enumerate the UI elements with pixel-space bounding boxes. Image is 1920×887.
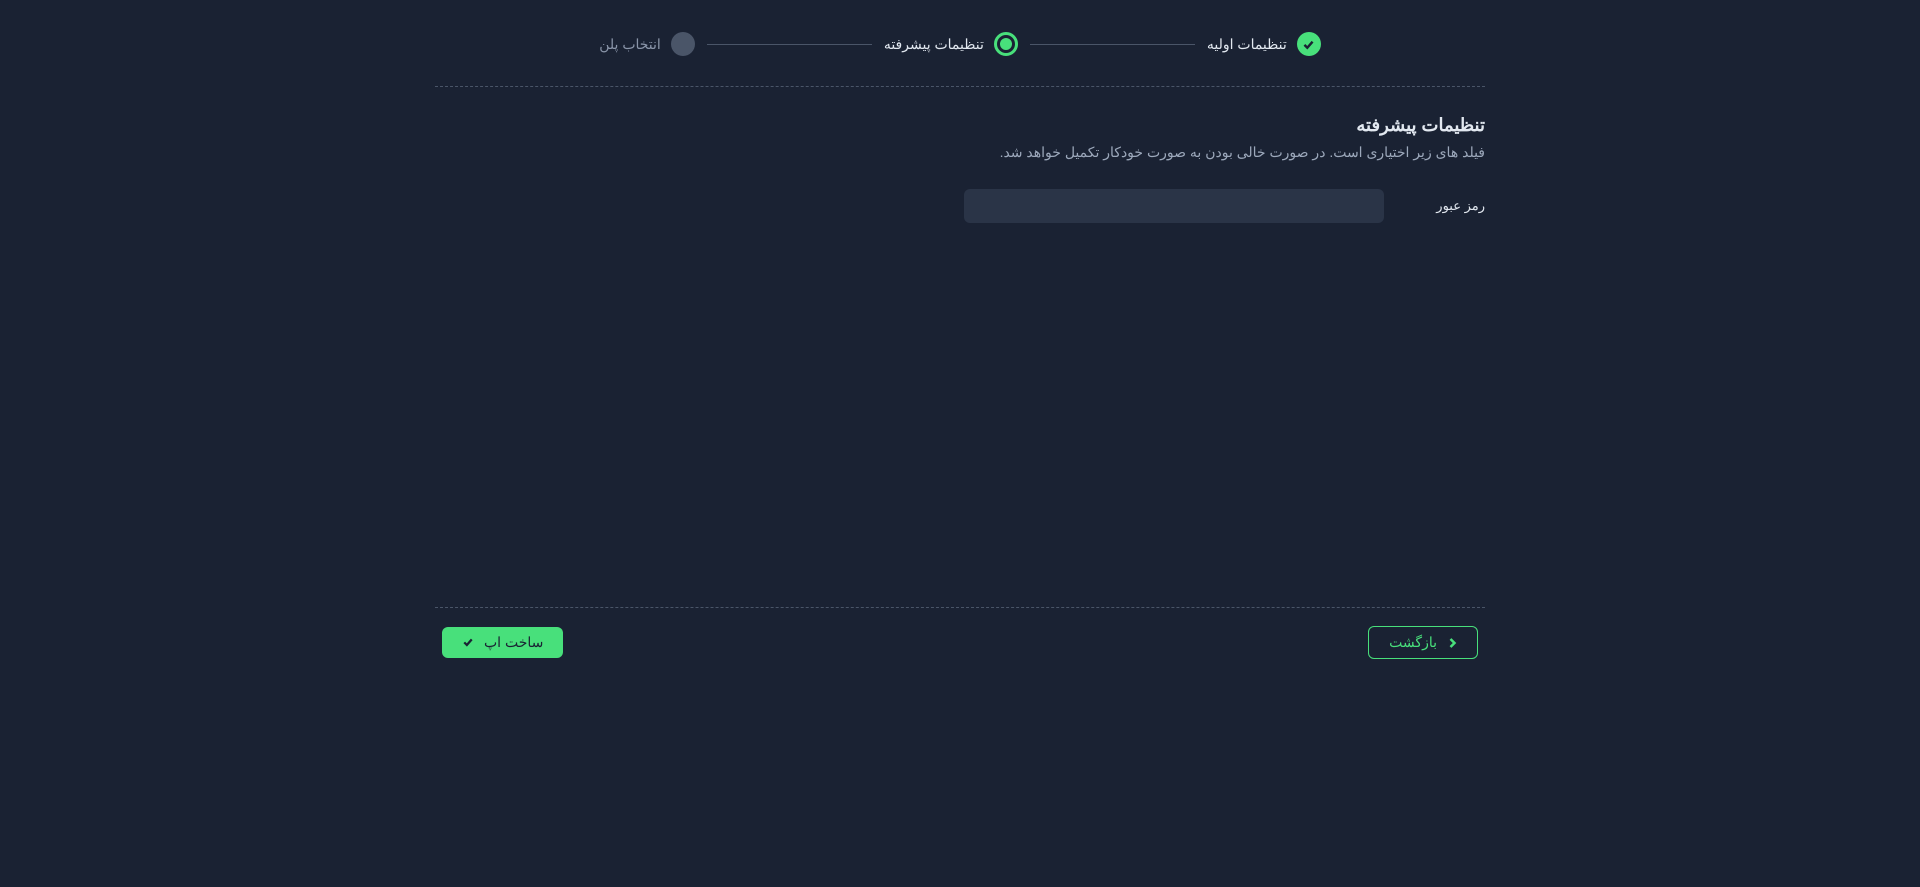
chevron-right-icon xyxy=(1447,635,1457,651)
step-advanced-settings: تنظیمات پیشرفته xyxy=(884,32,1018,56)
create-app-button[interactable]: ساخت اپ xyxy=(442,627,563,658)
password-label: رمز عبور xyxy=(1436,198,1485,214)
stepper: تنظیمات اولیه تنظیمات پیشرفته انتخاب پلن xyxy=(435,20,1485,86)
footer: بازگشت ساخت اپ xyxy=(435,608,1485,659)
step-connector xyxy=(707,44,872,45)
section-description: فیلد های زیر اختیاری است. در صورت خالی ب… xyxy=(435,144,1485,161)
step-connector xyxy=(1030,44,1195,45)
pending-step-icon xyxy=(671,32,695,56)
create-app-button-label: ساخت اپ xyxy=(484,634,543,651)
section-title: تنظیمات پیشرفته xyxy=(435,115,1485,136)
step-label: انتخاب پلن xyxy=(599,36,661,53)
form-row-password: رمز عبور xyxy=(435,189,1485,223)
step-initial-settings: تنظیمات اولیه xyxy=(1207,32,1321,56)
password-input[interactable] xyxy=(964,189,1384,223)
content-area: تنظیمات پیشرفته فیلد های زیر اختیاری است… xyxy=(435,87,1485,607)
step-label: تنظیمات پیشرفته xyxy=(884,36,984,53)
step-label: تنظیمات اولیه xyxy=(1207,36,1287,53)
step-choose-plan: انتخاب پلن xyxy=(599,32,695,56)
active-step-icon xyxy=(994,32,1018,56)
back-button[interactable]: بازگشت xyxy=(1368,626,1478,659)
check-icon xyxy=(1297,32,1321,56)
back-button-label: بازگشت xyxy=(1389,634,1437,651)
check-icon xyxy=(462,635,474,651)
